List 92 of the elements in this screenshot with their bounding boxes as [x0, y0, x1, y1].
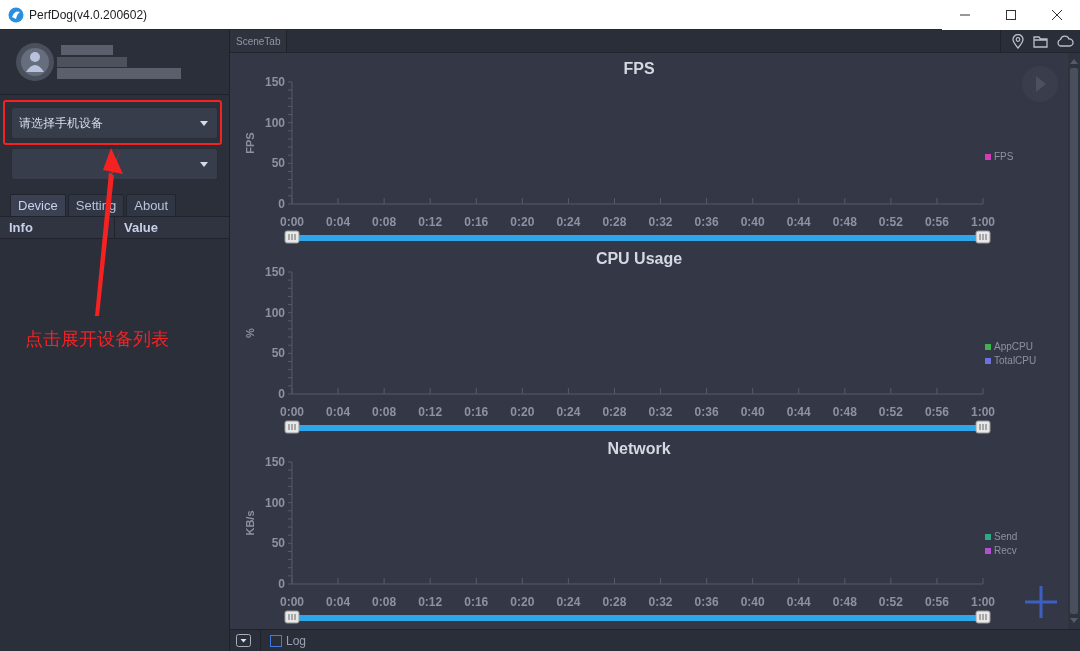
- x-tick-label: 0:52: [878, 595, 903, 609]
- x-tick-label: 0:16: [464, 405, 489, 419]
- axis-label: FPS: [244, 132, 256, 154]
- x-tick-label: 0:44: [786, 595, 811, 609]
- x-tick-label: 0:48: [832, 595, 857, 609]
- x-tick-label: 1:00: [971, 215, 995, 229]
- x-tick-label: 0:52: [878, 215, 903, 229]
- cloud-icon[interactable]: [1056, 35, 1074, 47]
- x-tick-label: 0:04: [326, 595, 351, 609]
- x-tick-label: 0:00: [280, 405, 304, 419]
- y-tick-label: 100: [264, 115, 285, 130]
- x-tick-label: 0:20: [510, 595, 535, 609]
- caret-icon: [200, 161, 208, 167]
- x-tick-label: 0:28: [602, 595, 627, 609]
- x-tick-label: 0:48: [832, 405, 857, 419]
- annotation-text: 点击展开设备列表: [25, 328, 169, 351]
- chart-title: Network: [607, 440, 671, 457]
- axis-label: %: [244, 328, 256, 338]
- x-tick-label: 0:44: [786, 405, 811, 419]
- x-tick-label: 0:12: [418, 595, 443, 609]
- legend-label: TotalCPU: [994, 355, 1037, 366]
- legend-label: FPS: [994, 151, 1014, 162]
- x-tick-label: 0:56: [924, 595, 949, 609]
- axis-label: KB/s: [244, 510, 256, 536]
- y-tick-label: 0: [278, 197, 285, 211]
- y-tick-label: 50: [271, 156, 285, 171]
- x-tick-label: 0:52: [878, 405, 903, 419]
- x-tick-label: 0:16: [464, 215, 489, 229]
- legend-label: AppCPU: [994, 341, 1033, 352]
- x-tick-label: 0:04: [326, 215, 351, 229]
- x-tick-label: 0:24: [556, 595, 581, 609]
- y-tick-label: 50: [271, 346, 285, 361]
- caret-icon: [200, 120, 208, 126]
- app-dropdown[interactable]: [11, 148, 218, 180]
- x-tick-label: 0:56: [924, 405, 949, 419]
- x-tick-label: 0:40: [740, 215, 765, 229]
- range-slider[interactable]: [284, 230, 991, 244]
- x-tick-label: 0:48: [832, 215, 857, 229]
- x-tick-label: 0:24: [556, 215, 581, 229]
- window-title: PerfDog(v4.0.200602): [29, 7, 148, 22]
- y-tick-label: 150: [264, 75, 285, 89]
- range-slider[interactable]: [284, 420, 991, 434]
- x-tick-label: 0:40: [740, 405, 765, 419]
- x-tick-label: 0:28: [602, 215, 627, 229]
- column-header: Info: [8, 220, 34, 235]
- y-tick-label: 100: [264, 495, 285, 510]
- legend-label: Send: [994, 531, 1018, 542]
- tab[interactable]: About: [126, 194, 177, 216]
- app-logo-icon: [8, 6, 24, 23]
- range-slider[interactable]: [284, 610, 991, 624]
- x-tick-label: 1:00: [971, 595, 995, 609]
- x-tick-label: 0:44: [786, 215, 811, 229]
- scene-tab[interactable]: SceneTab: [230, 30, 288, 52]
- x-tick-label: 0:16: [464, 595, 489, 609]
- y-tick-label: 0: [278, 577, 285, 591]
- x-tick-label: 0:00: [280, 595, 304, 609]
- x-tick-label: 0:32: [648, 595, 673, 609]
- x-tick-label: 0:36: [694, 595, 719, 609]
- x-tick-label: 0:36: [694, 405, 719, 419]
- log-checkbox[interactable]: Log: [270, 633, 307, 648]
- x-tick-label: 0:56: [924, 215, 949, 229]
- x-tick-label: 0:12: [418, 215, 443, 229]
- x-tick-label: 0:32: [648, 405, 673, 419]
- x-tick-label: 0:00: [280, 215, 304, 229]
- avatar-icon: [15, 42, 55, 82]
- x-tick-label: 0:12: [418, 405, 443, 419]
- device-dropdown[interactable]: 请选择手机设备: [11, 107, 218, 139]
- x-tick-label: 0:04: [326, 405, 351, 419]
- legend-label: Recv: [994, 545, 1017, 556]
- x-tick-label: 1:00: [971, 405, 995, 419]
- y-tick-label: 0: [278, 387, 285, 401]
- toggle-panel-button[interactable]: [236, 634, 251, 647]
- x-tick-label: 0:24: [556, 405, 581, 419]
- x-tick-label: 0:32: [648, 215, 673, 229]
- tab[interactable]: Device: [10, 194, 66, 216]
- y-tick-label: 150: [264, 455, 285, 469]
- location-pin-icon[interactable]: [1011, 33, 1025, 49]
- folder-icon[interactable]: [1033, 34, 1048, 48]
- x-tick-label: 0:40: [740, 595, 765, 609]
- x-tick-label: 0:20: [510, 405, 535, 419]
- x-tick-label: 0:28: [602, 405, 627, 419]
- y-tick-label: 100: [264, 305, 285, 320]
- y-tick-label: 150: [264, 265, 285, 279]
- chart-title: CPU Usage: [595, 250, 683, 267]
- x-tick-label: 0:20: [510, 215, 535, 229]
- x-tick-label: 0:36: [694, 215, 719, 229]
- column-header: Value: [114, 217, 229, 238]
- y-tick-label: 50: [271, 536, 285, 551]
- x-tick-label: 0:08: [372, 595, 397, 609]
- x-tick-label: 0:08: [372, 405, 397, 419]
- chart-title: FPS: [623, 60, 655, 77]
- x-tick-label: 0:08: [372, 215, 397, 229]
